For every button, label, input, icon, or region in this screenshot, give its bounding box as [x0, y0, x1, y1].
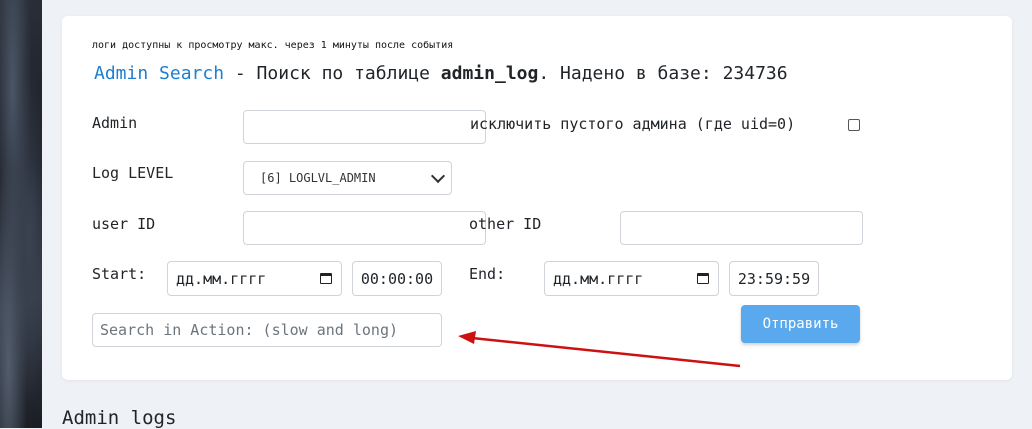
section-title: Admin logs — [62, 407, 177, 429]
annotation-arrow-line — [471, 336, 741, 368]
annotation-arrow-head — [458, 331, 476, 344]
annotation-arrow — [458, 331, 741, 368]
